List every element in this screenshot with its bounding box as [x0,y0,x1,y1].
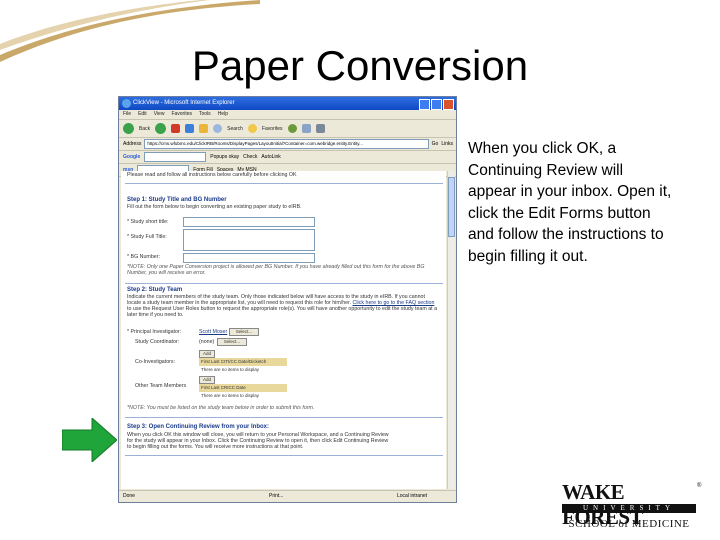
step3-title: Step 3: Open Continuing Review from your… [127,424,270,430]
co-inv-empty: There are no items to display [201,367,260,372]
popups-label[interactable]: Popups okay [210,154,239,160]
coordinator-label: Study Coordinator: [135,339,180,345]
google-label: Google [123,154,141,160]
full-title-label: * Study Full Title: [127,234,167,240]
other-headers: First Last CRICC Date [201,385,246,390]
step2-title: Step 2: Study Team [127,287,183,293]
check-label[interactable]: Check [243,154,257,160]
favorites-star-icon[interactable] [247,124,257,133]
step1-instructions: Fill out the form below to begin convert… [127,204,302,210]
go-button[interactable]: Go [432,141,439,147]
menu-edit[interactable]: Edit [138,110,147,119]
pi-label: * Principal Investigator: [127,329,182,335]
pi-select-button[interactable]: Select... [229,328,259,336]
page-content: Please read and follow all instructions … [121,171,446,489]
status-zone: Local intranet [397,493,428,499]
full-title-input[interactable] [183,229,315,251]
menu-view[interactable]: View [154,110,165,119]
menu-favorites[interactable]: Favorites [171,110,192,119]
wfu-logo: WAKE FOREST ® UNIVERSITY SCHOOL of MEDIC… [558,478,703,538]
step3-text-3: to begin filling out the forms. You will… [127,444,304,450]
browser-window: ClickView - Microsoft Internet Explorer … [118,96,457,503]
address-input[interactable]: https://cms.wfubmc.edu/ClickIRB/Rooms/Di… [144,139,429,149]
status-left: Done [123,493,135,499]
maximize-icon[interactable] [431,99,442,110]
home-icon[interactable] [199,124,209,133]
step2-text-b: to use the Request User Roles button to … [127,306,438,318]
window-title: ClickView - Microsoft Internet Explorer [133,100,235,106]
pi-value[interactable]: Scott Moser [199,329,227,335]
autolink-label[interactable]: AutoLink [261,154,280,160]
divider [125,455,443,456]
green-arrow-icon [62,418,117,462]
google-search-input[interactable] [144,152,207,162]
search-label[interactable]: Search [227,126,243,132]
menu-tools[interactable]: Tools [199,110,211,119]
co-inv-add-button[interactable]: Add [199,350,215,358]
divider [125,183,443,184]
other-empty: There are no items to display [201,393,260,398]
logo-registered-mark: ® [697,483,702,489]
print-icon[interactable] [315,124,325,133]
short-title-label: * Study short title: [127,219,169,225]
co-inv-table-header: First Last CITI/CC Date/Dicketch [199,358,287,366]
menu-help[interactable]: Help [218,110,228,119]
status-bar: Done Print... Local intranet [119,490,456,502]
scrollbar-thumb[interactable] [448,177,455,237]
logo-university: UNIVERSITY [583,504,675,512]
logo-school-of-medicine: SCHOOL of MEDICINE [568,518,690,530]
intro-text: Please read and follow all instructions … [127,172,297,178]
favorites-label[interactable]: Favorites [262,126,283,132]
history-icon[interactable] [287,124,297,133]
step2-text: Indicate the current members of the stud… [127,294,439,318]
other-add-button[interactable]: Add [199,376,215,384]
standard-toolbar: Back Search Favorites [119,120,456,138]
google-toolbar: Google Popups okay Check AutoLink [119,151,456,164]
refresh-icon[interactable] [185,124,195,133]
status-print: Print... [269,493,284,499]
search-icon[interactable] [213,124,223,133]
step1-note: *NOTE: Only one Paper Conversion project… [127,264,425,276]
coordinator-select-button[interactable]: Select... [217,338,247,346]
stop-icon[interactable] [171,124,181,133]
mail-icon[interactable] [301,124,311,133]
links-label[interactable]: Links [441,141,456,147]
other-table-header: First Last CRICC Date [199,384,287,392]
coordinator-value: (none) [199,339,215,345]
vertical-scrollbar[interactable] [447,171,455,489]
menu-bar: File Edit View Favorites Tools Help [119,110,456,120]
divider [125,417,443,418]
short-title-input[interactable] [183,217,315,227]
divider [125,283,443,284]
step2-note: *NOTE: You must be listed on the study t… [127,405,315,411]
co-investigators-label: Co-Investigators: [135,359,176,365]
address-label: Address [123,141,142,147]
slide-title: Paper Conversion [191,42,529,89]
browser-titlebar: ClickView - Microsoft Internet Explorer [119,97,456,110]
minimize-icon[interactable] [419,99,430,110]
step1-title: Step 1: Study Title and BG Number [127,197,227,203]
close-icon[interactable] [443,99,454,110]
co-inv-headers: First Last CITI/CC Date/Dicketch [201,359,267,364]
back-label[interactable]: Back [139,126,150,132]
slide-description: When you click OK, a Continuing Review w… [468,140,672,265]
back-arrow-icon[interactable] [123,123,134,134]
bg-number-label: * BG Number: [127,254,160,260]
menu-file[interactable]: File [123,110,131,119]
address-bar: Address https://cms.wfubmc.edu/ClickIRB/… [119,138,456,151]
other-team-label: Other Team Members [135,383,187,389]
forward-arrow-icon[interactable] [155,123,167,134]
ie-logo-icon [122,99,131,108]
bg-number-input[interactable] [183,253,315,263]
